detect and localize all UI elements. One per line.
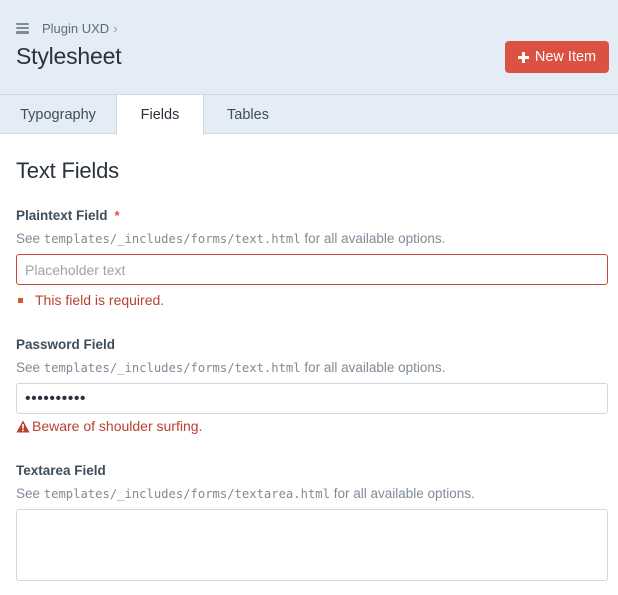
password-warning: Beware of shoulder surfing.	[16, 418, 202, 434]
breadcrumb-separator-icon: ›	[113, 20, 118, 36]
tab-bar: Typography Fields Tables	[0, 94, 618, 136]
breadcrumb-plugin-uxd[interactable]: Plugin UXD	[42, 21, 109, 36]
help-template-path: templates/_includes/forms/text.html	[43, 232, 301, 246]
help-prefix: See	[16, 486, 44, 501]
hamburger-menu-icon[interactable]	[16, 22, 29, 34]
help-template-path: templates/_includes/forms/text.html	[43, 361, 301, 375]
plaintext-field-help: See templates/_includes/forms/text.html …	[16, 231, 445, 246]
help-template-path: templates/_includes/forms/textarea.html	[43, 487, 330, 501]
help-suffix: for all available options.	[329, 486, 475, 501]
plaintext-field-label-text: Plaintext Field	[16, 208, 108, 223]
tab-tables[interactable]: Tables	[204, 94, 292, 135]
textarea-input[interactable]	[16, 509, 608, 581]
tab-typography[interactable]: Typography	[0, 94, 116, 135]
help-prefix: See	[16, 231, 44, 246]
help-suffix: for all available options.	[300, 360, 446, 375]
textarea-field-help: See templates/_includes/forms/textarea.h…	[16, 486, 475, 501]
square-bullet-icon	[18, 297, 23, 303]
breadcrumb: Plugin UXD ›	[16, 20, 118, 36]
warning-triangle-icon	[16, 420, 30, 432]
password-input[interactable]	[16, 383, 608, 414]
help-prefix: See	[16, 360, 44, 375]
plaintext-input[interactable]	[16, 254, 608, 285]
password-warning-text: Beware of shoulder surfing.	[32, 418, 203, 434]
tab-fields[interactable]: Fields	[116, 94, 204, 136]
plaintext-error: This field is required.	[16, 292, 164, 308]
plus-icon	[517, 51, 529, 63]
new-item-button[interactable]: New Item	[505, 41, 609, 73]
password-field-label: Password Field	[16, 337, 116, 352]
section-title: Text Fields	[16, 158, 119, 183]
plaintext-error-text: This field is required.	[35, 292, 165, 308]
page-header: Plugin UXD › Stylesheet New Item	[0, 0, 618, 95]
plaintext-field-label: Plaintext Field *	[16, 208, 120, 223]
textarea-field-label: Textarea Field	[16, 463, 106, 478]
password-field-help: See templates/_includes/forms/text.html …	[16, 360, 445, 375]
page-title: Stylesheet	[16, 43, 122, 69]
required-marker: *	[114, 208, 120, 223]
help-suffix: for all available options.	[300, 231, 446, 246]
new-item-label: New Item	[534, 49, 597, 65]
